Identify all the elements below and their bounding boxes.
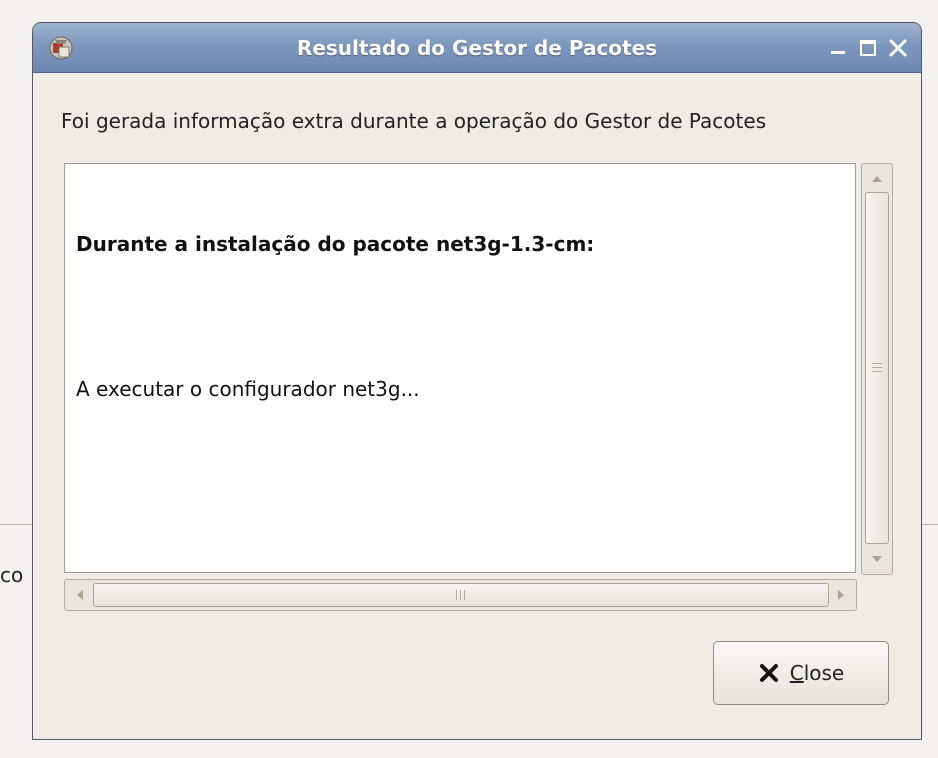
maximize-icon[interactable] xyxy=(857,37,879,59)
background-partial-label: co xyxy=(0,563,24,587)
output-text-view[interactable]: Durante a instalação do pacote net3g-1.3… xyxy=(64,163,856,573)
close-button[interactable]: Close xyxy=(713,641,889,705)
close-button-label: Close xyxy=(790,661,845,685)
titlebar[interactable]: Resultado do Gestor de Pacotes xyxy=(33,23,921,73)
grip-line-icon xyxy=(460,590,461,600)
scroll-up-arrow-icon[interactable] xyxy=(865,167,889,191)
close-x-icon xyxy=(759,664,778,682)
scroll-down-arrow-icon[interactable] xyxy=(865,547,889,571)
dialog-message: Foi gerada informação extra durante a op… xyxy=(61,109,767,133)
window-title: Resultado do Gestor de Pacotes xyxy=(296,36,658,60)
window-close-icon[interactable] xyxy=(887,37,909,59)
close-mnemonic: C xyxy=(789,661,804,685)
grip-line-icon xyxy=(456,590,457,600)
horizontal-scrollbar[interactable] xyxy=(64,579,857,611)
grip-line-icon xyxy=(872,371,882,372)
log-body: A executar o configurador net3g... xyxy=(76,377,420,401)
grip-line-icon xyxy=(464,590,465,600)
grip-line-icon xyxy=(872,367,882,368)
scroll-left-arrow-icon[interactable] xyxy=(68,583,92,607)
horizontal-scroll-thumb[interactable] xyxy=(93,583,829,607)
scroll-right-arrow-icon[interactable] xyxy=(829,583,853,607)
vertical-scrollbar[interactable] xyxy=(861,163,893,575)
background-separator-left xyxy=(0,524,34,525)
grip-line-icon xyxy=(872,363,882,364)
log-heading: Durante a instalação do pacote net3g-1.3… xyxy=(76,232,595,256)
package-manager-result-dialog: Resultado do Gestor de Pacotes Foi gerad… xyxy=(32,22,922,740)
vertical-scroll-thumb[interactable] xyxy=(865,192,889,544)
minimize-icon[interactable] xyxy=(827,37,849,59)
background-separator-right xyxy=(922,524,938,525)
close-label-rest: lose xyxy=(803,661,845,685)
